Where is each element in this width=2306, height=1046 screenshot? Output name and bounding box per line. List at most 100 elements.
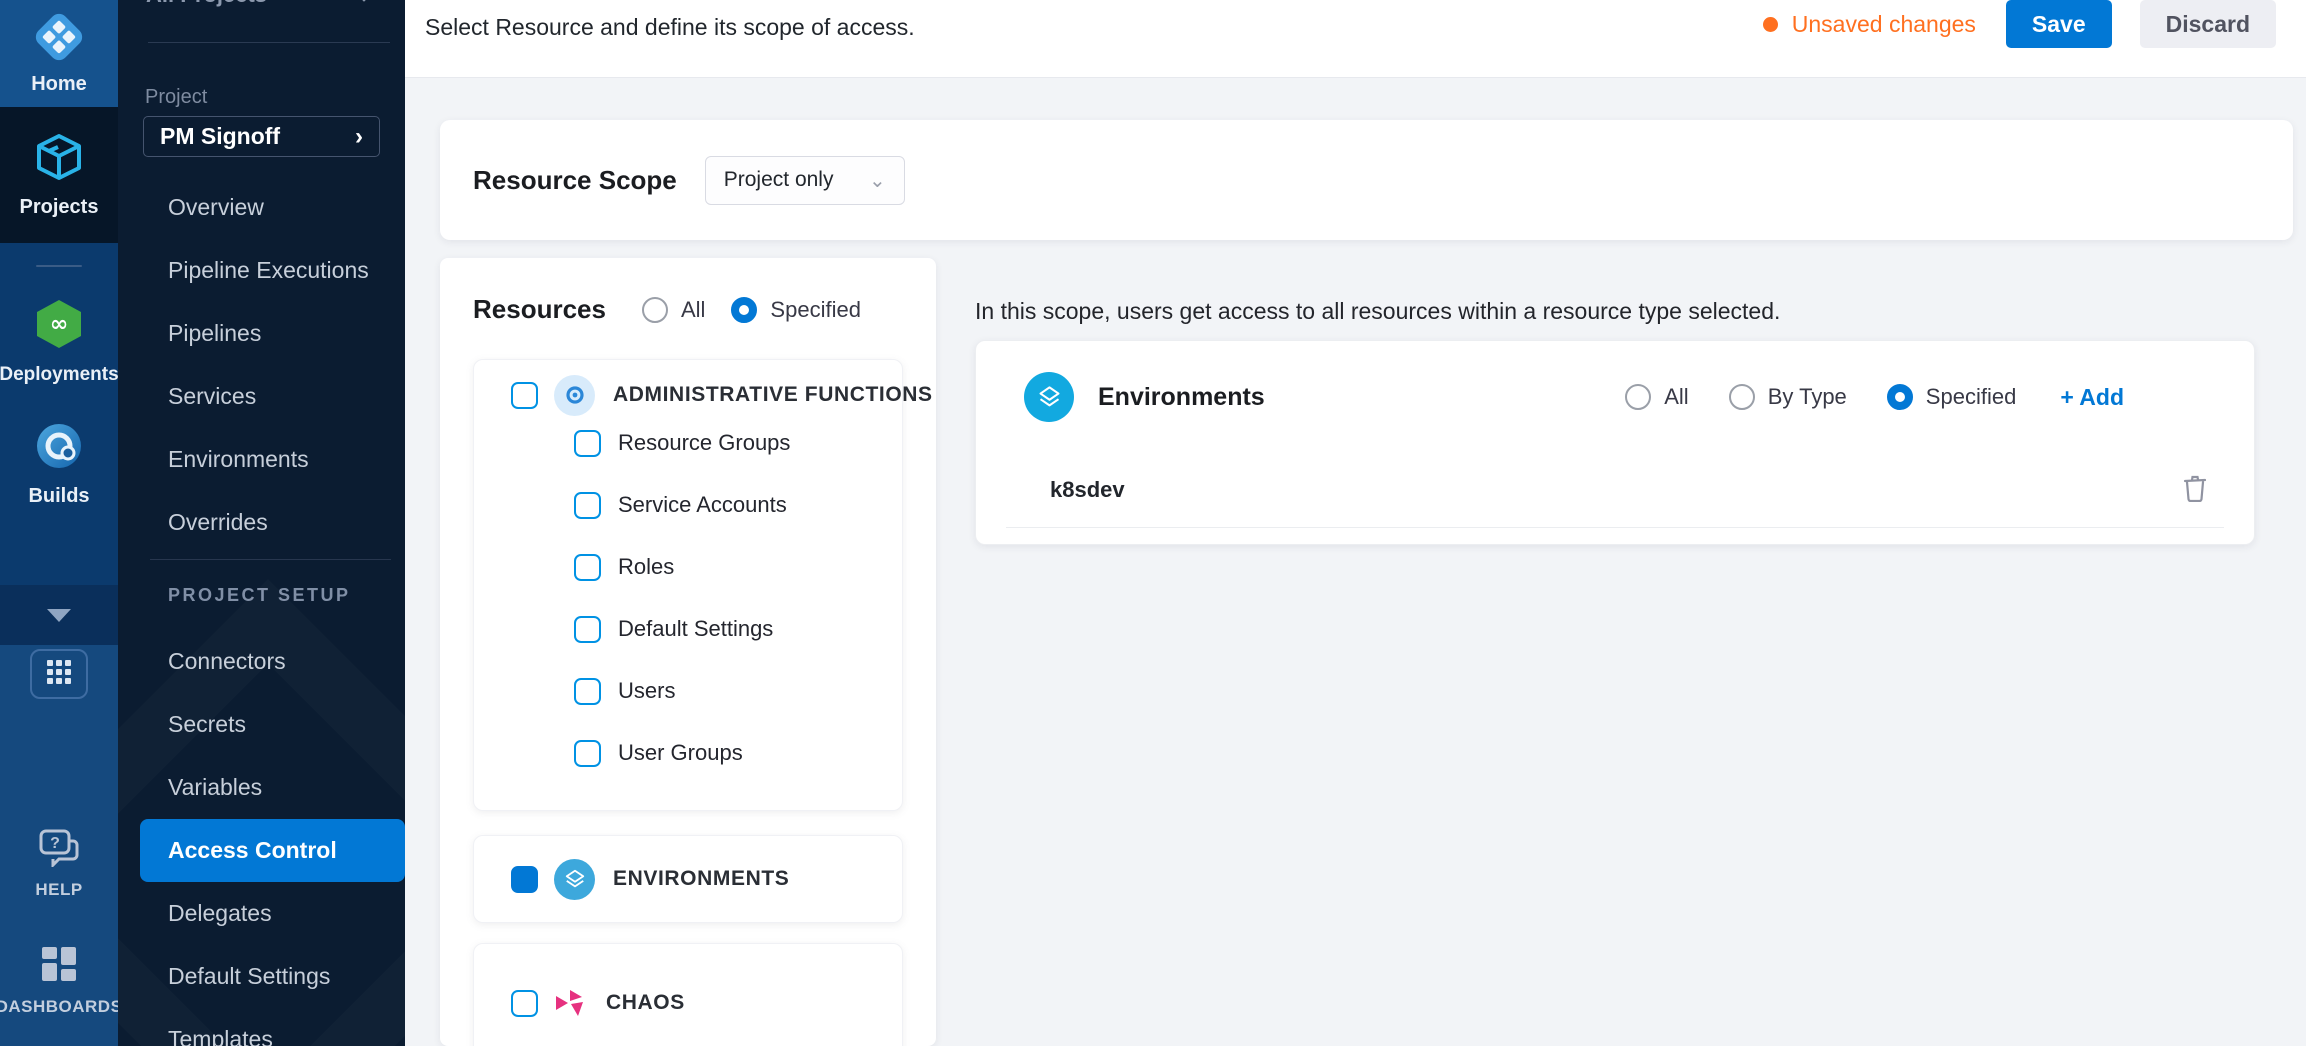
sidebar-divider (148, 42, 390, 43)
radio-label: All (681, 297, 705, 323)
module-rail-mid: ∞ Deployments Builds (0, 243, 118, 585)
resource-groups-checkbox[interactable] (574, 430, 601, 457)
radio-icon (731, 297, 757, 323)
radio-icon (642, 297, 668, 323)
module-home-label: Home (31, 73, 87, 96)
save-button[interactable]: Save (2006, 0, 2112, 48)
env-radio-specified[interactable]: Specified (1887, 384, 2017, 410)
radio-icon (1887, 384, 1913, 410)
module-deployments-label: Deployments (0, 364, 119, 386)
rail-divider (36, 265, 82, 267)
users-checkbox[interactable] (574, 678, 601, 705)
deployments-hexagon-icon: ∞ (32, 297, 86, 356)
rail-collapse-strip[interactable] (0, 585, 118, 645)
radio-label: By Type (1768, 384, 1847, 410)
resource-scope-label: Resource Scope (473, 165, 677, 196)
environments-detail-card: Environments All By Type Specified + Add… (975, 340, 2255, 545)
resource-scope-value: Project only (724, 168, 834, 192)
environments-checkbox[interactable] (511, 866, 538, 893)
svg-text:∞: ∞ (50, 312, 68, 337)
sidebar-item-overview[interactable]: Overview (118, 176, 405, 239)
project-selector[interactable]: PM Signoff › (143, 116, 380, 157)
resource-groups-label: Resource Groups (618, 430, 790, 456)
module-builds[interactable]: Builds (28, 420, 89, 508)
radio-label: All (1664, 384, 1688, 410)
roles-label: Roles (618, 554, 674, 580)
main-content: Select Resource and define its scope of … (405, 0, 2306, 1046)
module-deployments[interactable]: ∞ Deployments (0, 297, 119, 386)
radio-icon (1729, 384, 1755, 410)
chevron-down-icon (47, 609, 71, 622)
radio-label: Specified (770, 297, 861, 323)
chaos-group-card: CHAOS (473, 943, 903, 1046)
admin-functions-checkbox[interactable] (511, 382, 538, 409)
user-groups-label: User Groups (618, 740, 743, 766)
default-settings-checkbox[interactable] (574, 616, 601, 643)
module-rail: Home Projects ∞ Deployments (0, 0, 118, 1046)
sidebar-clipped-header[interactable]: All Projects (118, 0, 405, 8)
default-settings-label: Default Settings (618, 616, 773, 642)
discard-button[interactable]: Discard (2140, 0, 2276, 48)
unsaved-changes-label: Unsaved changes (1792, 11, 1976, 38)
scope-hint-text: In this scope, users get access to all r… (975, 298, 1780, 325)
environments-card-title: Environments (1098, 383, 1265, 412)
module-projects-label: Projects (20, 196, 99, 219)
environment-name: k8sdev (1050, 477, 1125, 503)
project-sidebar: All Projects Project PM Signoff › Overvi… (118, 0, 405, 1046)
roles-checkbox[interactable] (574, 554, 601, 581)
chaos-group-label: CHAOS (606, 991, 685, 1015)
builds-circle-icon (33, 420, 85, 477)
module-builds-label: Builds (28, 485, 89, 508)
service-accounts-label: Service Accounts (618, 492, 787, 518)
chevron-down-icon: ⌄ (869, 168, 886, 193)
dashboards-grid-icon (39, 944, 79, 989)
module-rail-bottom: ? HELP DASHBOARDS (0, 645, 118, 1046)
resource-scope-dropdown[interactable]: Project only ⌄ (705, 156, 905, 205)
page-subtitle: Select Resource and define its scope of … (425, 14, 915, 41)
resources-radio-specified[interactable]: Specified (731, 297, 861, 323)
environments-group-card: ENVIRONMENTS (473, 835, 903, 923)
radio-label: Specified (1926, 384, 2017, 410)
environments-icon (554, 859, 595, 900)
module-projects[interactable]: Projects (0, 107, 118, 243)
project-name: PM Signoff (160, 123, 280, 150)
resources-radio-all[interactable]: All (642, 297, 705, 323)
user-groups-checkbox[interactable] (574, 740, 601, 767)
radio-icon (1625, 384, 1651, 410)
top-bar: Select Resource and define its scope of … (405, 0, 2306, 78)
cube-icon (33, 131, 85, 188)
row-divider (1006, 527, 2224, 528)
env-radio-by-type[interactable]: By Type (1729, 384, 1847, 410)
project-label: Project (145, 86, 207, 109)
environment-row-k8sdev: k8sdev (976, 453, 2254, 527)
chaos-icon (554, 988, 588, 1018)
environments-icon (1024, 372, 1074, 422)
admin-functions-icon (554, 375, 595, 416)
sidebar-item-pipelines[interactable]: Pipelines (118, 302, 405, 365)
harness-logo-icon (28, 6, 90, 73)
resource-scope-card: Resource Scope Project only ⌄ (440, 120, 2293, 240)
resources-panel: Resources All Specified ADMINISTRATIVE F… (440, 258, 936, 1046)
unsaved-changes-badge: Unsaved changes (1763, 11, 1976, 38)
admin-functions-label: ADMINISTRATIVE FUNCTIONS (613, 383, 933, 407)
sidebar-item-overrides[interactable]: Overrides (118, 491, 405, 554)
users-label: Users (618, 678, 675, 704)
module-home[interactable]: Home (0, 0, 118, 107)
sidebar-item-pipeline-executions[interactable]: Pipeline Executions (118, 239, 405, 302)
env-radio-all[interactable]: All (1625, 384, 1688, 410)
help-button[interactable]: ? HELP (35, 827, 82, 900)
add-environment-link[interactable]: + Add (2060, 384, 2124, 411)
chaos-checkbox[interactable] (511, 990, 538, 1017)
help-label: HELP (35, 880, 82, 900)
environments-group-label: ENVIRONMENTS (613, 867, 789, 891)
service-accounts-checkbox[interactable] (574, 492, 601, 519)
nine-dot-grid-icon (46, 659, 72, 690)
sidebar-item-services[interactable]: Services (118, 365, 405, 428)
resources-title: Resources (473, 294, 606, 325)
module-switcher-button[interactable] (30, 649, 88, 699)
dashboards-button[interactable]: DASHBOARDS (0, 944, 122, 1017)
sidebar-item-environments[interactable]: Environments (118, 428, 405, 491)
admin-functions-group-card: ADMINISTRATIVE FUNCTIONS Resource Groups… (473, 359, 903, 811)
trash-icon[interactable] (2182, 474, 2208, 507)
svg-text:?: ? (50, 835, 60, 852)
